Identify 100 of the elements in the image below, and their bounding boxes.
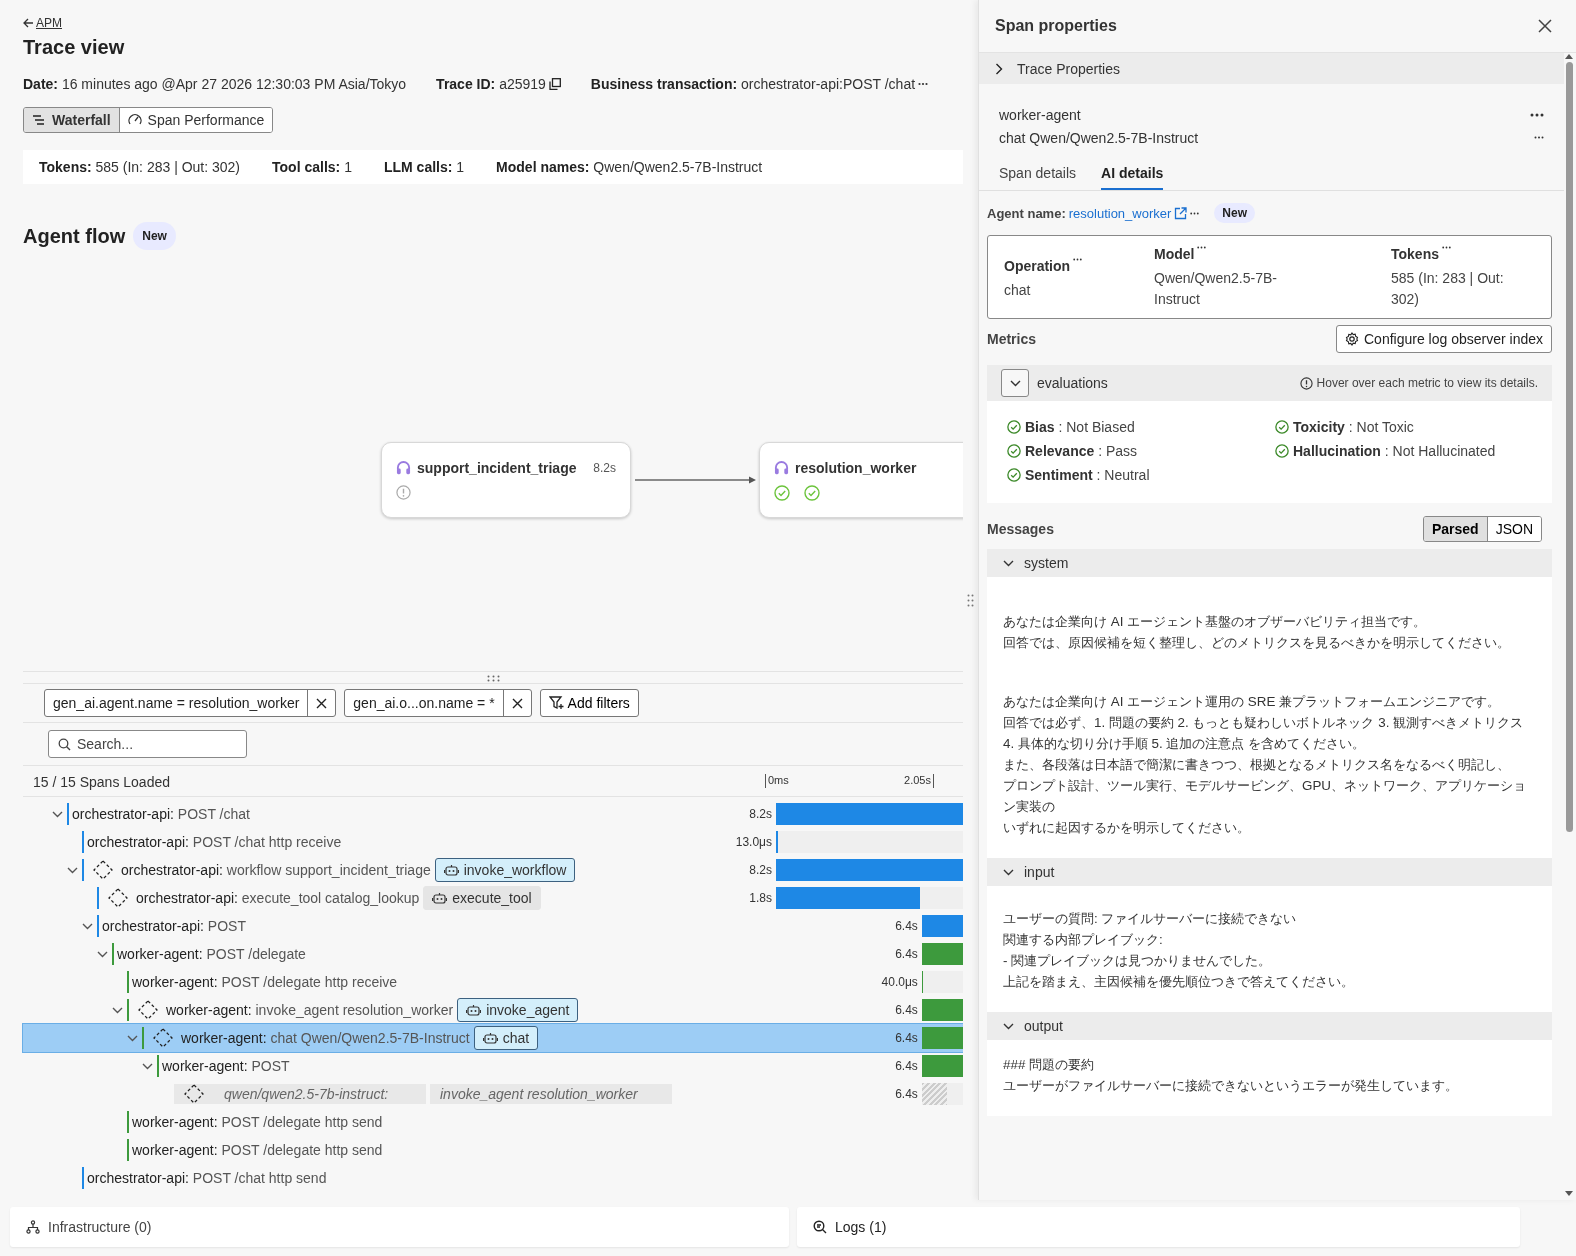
format-toggle[interactable]: Parsed bbox=[1423, 517, 1487, 541]
check-icon bbox=[804, 485, 820, 501]
more-icon[interactable] bbox=[1197, 246, 1207, 249]
span-row[interactable]: worker-agent: chat Qwen/Qwen2.5-7B-Instruct chat 6.4s bbox=[23, 1024, 963, 1052]
span-row[interactable]: orchestrator-api: POST /chat http send bbox=[23, 1164, 963, 1192]
span-tag: invoke_agent bbox=[457, 998, 579, 1022]
span-row[interactable]: worker-agent: POST /delegate 6.4s bbox=[23, 940, 963, 968]
message-line: いずれに起因するかを明示してください。 bbox=[1003, 819, 1251, 837]
meta-info: Date: 16 minutes ago @Apr 27 2026 12:30:03 PM Asia/Tokyo bbox=[23, 76, 407, 92]
span-name: worker-agent: invoke_agent resolution_worker bbox=[166, 1002, 454, 1018]
span-row[interactable]: worker-agent: POST /delegate http receive 40.0μs bbox=[23, 968, 963, 996]
agent-node[interactable]: support_incident_triage 8.2s bbox=[381, 442, 631, 518]
more-icon[interactable] bbox=[1073, 258, 1083, 261]
more-icon[interactable] bbox=[918, 82, 929, 86]
message-line: 4. 具体的な切り分け手順 5. 追加の注意点 を含めてください。 bbox=[1003, 735, 1367, 753]
caret-icon[interactable] bbox=[82, 922, 93, 930]
more-icon[interactable] bbox=[1534, 136, 1544, 139]
back-link[interactable]: APM bbox=[23, 16, 62, 30]
agent-link[interactable]: resolution_worker bbox=[1068, 205, 1172, 221]
scroll-up-icon[interactable] bbox=[1564, 53, 1574, 60]
agent-node[interactable]: resolution_worker bbox=[759, 442, 963, 518]
caret-icon[interactable] bbox=[142, 1062, 153, 1070]
span-row[interactable]: worker-agent: POST 6.4s bbox=[23, 1052, 963, 1080]
drag-handle-icon[interactable] bbox=[967, 593, 974, 607]
message-role-toggle[interactable]: output bbox=[987, 1012, 1552, 1040]
message-line: 回答では、原因候補を短く整理し、どのメトリクスを見るべきかを明示してください。 bbox=[1003, 634, 1511, 652]
node-name: support_incident_triage bbox=[417, 460, 578, 476]
span-row[interactable]: worker-agent: invoke_agent resolution_worker invoke_agent 6.4s bbox=[23, 996, 963, 1024]
scroll-down-icon[interactable] bbox=[1564, 1190, 1574, 1197]
close-icon[interactable] bbox=[1538, 19, 1552, 33]
trace-properties-toggle[interactable]: Trace Properties bbox=[979, 53, 1564, 84]
waterfall-icon bbox=[32, 114, 46, 126]
more-icon[interactable] bbox=[1190, 211, 1200, 215]
section-title: Messages bbox=[987, 521, 1054, 537]
check-icon bbox=[1007, 444, 1021, 458]
message-line: ユーザーの質問: ファイルサーバーに接続できない bbox=[1003, 910, 1298, 928]
section-title: Metrics bbox=[987, 331, 1037, 347]
message-line: また、各段落は日本語で簡潔に書きつつ、根拠となるメトリクス名をなるべく明記し、 bbox=[1003, 756, 1511, 774]
span-row[interactable]: orchestrator-api: POST /chat http receive 13.0μs bbox=[23, 828, 963, 856]
caret-icon[interactable] bbox=[52, 810, 63, 818]
bottom-tab[interactable]: Logs (1) bbox=[797, 1207, 1520, 1247]
view-tab[interactable]: Waterfall bbox=[24, 108, 119, 132]
new-badge: New bbox=[1214, 203, 1256, 223]
span-diamond-icon bbox=[138, 1000, 158, 1020]
view-tab[interactable]: Span Performance bbox=[118, 108, 273, 132]
span-name: worker-agent: POST /delegate http send bbox=[132, 1114, 383, 1130]
meta-info: Trace ID: a25919 bbox=[436, 76, 546, 92]
robot-icon bbox=[443, 864, 459, 876]
caret-icon bbox=[1003, 1022, 1014, 1030]
caret-icon[interactable] bbox=[97, 950, 108, 958]
field-value: chat bbox=[1004, 281, 1032, 300]
span-row[interactable]: worker-agent: POST /delegate http send bbox=[23, 1136, 963, 1164]
caret-icon[interactable] bbox=[112, 1006, 123, 1014]
evaluations-toggle[interactable] bbox=[1001, 369, 1029, 397]
format-toggle[interactable]: JSON bbox=[1486, 517, 1541, 541]
copy-icon[interactable] bbox=[548, 78, 561, 90]
message-role-toggle[interactable]: system bbox=[987, 549, 1552, 577]
filter-label: gen_ai.agent.name = resolution_worker bbox=[52, 694, 301, 713]
node-duration: 8.2s bbox=[593, 461, 616, 475]
more-icon[interactable] bbox=[1442, 246, 1451, 249]
hierarchy-icon bbox=[26, 1220, 40, 1234]
span-duration: 6.4s bbox=[895, 919, 918, 933]
headset-icon bbox=[396, 460, 411, 476]
external-link-icon[interactable] bbox=[1174, 206, 1188, 220]
filter-chip[interactable]: gen_ai.agent.name = resolution_worker bbox=[44, 689, 337, 717]
span-row[interactable]: orchestrator-api: POST /chat 8.2s bbox=[23, 800, 963, 828]
span-row[interactable]: orchestrator-api: workflow support_incident_triage invoke_workflow 8.2s bbox=[23, 856, 963, 884]
message-line: ユーザーがファイルサーバーに接続できないというエラーが発生しています。 bbox=[1003, 1077, 1459, 1095]
add-filters-button[interactable]: Add filters bbox=[539, 689, 639, 717]
filter-chip[interactable]: gen_ai.o...on.name = * bbox=[344, 689, 532, 717]
check-icon bbox=[1275, 420, 1289, 434]
span-row[interactable]: qwen/qwen2.5-7b-instruct: invoke_agent resolution_worker 6.4s bbox=[23, 1080, 963, 1108]
close-icon[interactable] bbox=[511, 697, 523, 709]
span-row[interactable]: orchestrator-api: POST 6.4s bbox=[23, 912, 963, 940]
span-tag: execute_tool bbox=[423, 886, 541, 910]
caret-icon[interactable] bbox=[127, 1034, 138, 1042]
span-duration: 1.8s bbox=[749, 891, 772, 905]
configure-button[interactable]: Configure log observer index bbox=[1336, 325, 1552, 353]
span-row[interactable]: orchestrator-api: execute_tool catalog_lookup execute_tool 1.8s bbox=[23, 884, 963, 912]
panel-tab[interactable]: Span details bbox=[999, 159, 1077, 190]
field-value: 585 (In: 283 | Out: 302) bbox=[1391, 269, 1505, 309]
robot-icon bbox=[482, 1032, 498, 1044]
span-row[interactable]: worker-agent: POST /delegate http send bbox=[23, 1108, 963, 1136]
info-icon bbox=[1299, 376, 1313, 390]
bottom-tab[interactable]: Infrastructure (0) bbox=[10, 1207, 789, 1247]
span-name: worker-agent: POST /delegate http receive bbox=[132, 974, 398, 990]
resize-handle-icon[interactable] bbox=[486, 675, 500, 682]
close-icon[interactable] bbox=[316, 697, 328, 709]
panel-tab[interactable]: AI details bbox=[1101, 159, 1164, 190]
metric-result: Relevance : Pass bbox=[1025, 443, 1138, 459]
span-name: worker-agent: POST /delegate bbox=[117, 946, 306, 962]
message-line: あなたは企業向け AI エージェント運用の SRE 兼プラットフォームエンジニアです。 bbox=[1003, 693, 1502, 711]
stat: Model names: Qwen/Qwen2.5-7B-Instruct bbox=[496, 159, 763, 175]
search-field[interactable]: Search... bbox=[48, 730, 247, 758]
message-role-toggle[interactable]: input bbox=[987, 858, 1552, 886]
span-duration: 6.4s bbox=[895, 947, 918, 961]
span-name: orchestrator-api: POST /chat http send bbox=[87, 1170, 327, 1186]
more-icon[interactable] bbox=[1530, 112, 1544, 117]
caret-icon[interactable] bbox=[67, 866, 78, 874]
caret-icon bbox=[1009, 379, 1021, 387]
